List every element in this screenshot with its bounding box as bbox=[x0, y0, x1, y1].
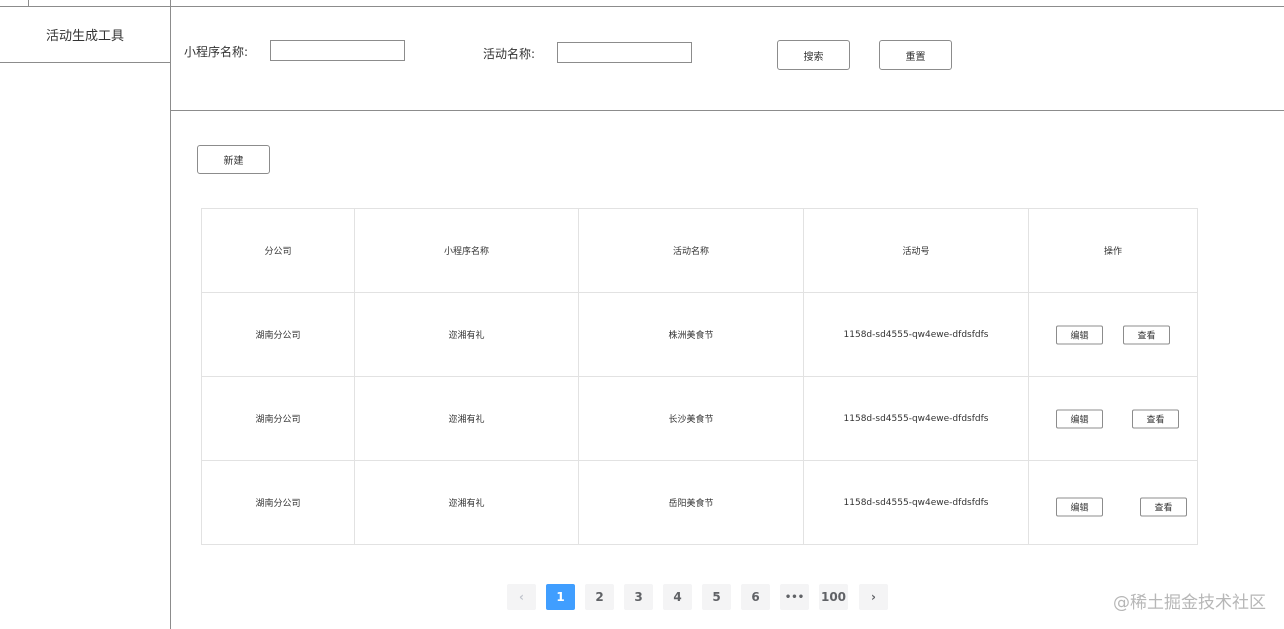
mini-program-input[interactable] bbox=[270, 40, 405, 61]
page-button[interactable]: 5 bbox=[702, 584, 731, 610]
watermark: @稀土掘金技术社区 bbox=[1113, 593, 1266, 613]
table-header-row: 分公司 小程序名称 活动名称 活动号 操作 bbox=[201, 208, 1198, 293]
cell-branch: 湖南分公司 bbox=[201, 292, 355, 377]
cell-mini-program: 迩湘有礼 bbox=[354, 376, 579, 461]
next-page-button[interactable]: › bbox=[859, 584, 888, 610]
header-activity-id: 活动号 bbox=[803, 208, 1029, 293]
header-branch: 分公司 bbox=[201, 208, 355, 293]
activity-name-input[interactable] bbox=[557, 42, 692, 63]
sidebar-item-activity-tool[interactable]: 活动生成工具 bbox=[0, 7, 170, 63]
activity-table: 分公司 小程序名称 活动名称 活动号 操作 湖南分公司 迩湘有礼 株洲美食节 1… bbox=[201, 208, 1198, 545]
view-button[interactable]: 查看 bbox=[1132, 409, 1179, 428]
search-button[interactable]: 搜索 bbox=[777, 40, 850, 70]
view-button[interactable]: 查看 bbox=[1140, 497, 1187, 517]
header-mini-program: 小程序名称 bbox=[354, 208, 579, 293]
edit-button[interactable]: 编辑 bbox=[1056, 497, 1103, 517]
table-row: 湖南分公司 迩湘有礼 株洲美食节 1158d-sd4555-qw4ewe-dfd… bbox=[201, 292, 1198, 377]
cell-activity-id: 1158d-sd4555-qw4ewe-dfdsfdfs bbox=[803, 376, 1029, 461]
cell-activity-name: 长沙美食节 bbox=[578, 376, 804, 461]
cell-mini-program: 迩湘有礼 bbox=[354, 292, 579, 377]
table-row: 湖南分公司 迩湘有礼 岳阳美食节 1158d-sd4555-qw4ewe-dfd… bbox=[201, 460, 1198, 545]
new-button[interactable]: 新建 bbox=[197, 145, 270, 174]
edit-button[interactable]: 编辑 bbox=[1056, 409, 1103, 428]
page-button[interactable]: 2 bbox=[585, 584, 614, 610]
prev-page-button[interactable]: ‹ bbox=[507, 584, 536, 610]
cell-actions: 编辑 查看 bbox=[1028, 376, 1198, 461]
cell-branch: 湖南分公司 bbox=[201, 376, 355, 461]
more-pages-button[interactable]: ••• bbox=[780, 584, 809, 610]
search-bar: 小程序名称: 活动名称: 搜索 重置 bbox=[171, 7, 1284, 111]
sidebar-tick bbox=[28, 0, 29, 6]
cell-activity-id: 1158d-sd4555-qw4ewe-dfdsfdfs bbox=[803, 460, 1029, 545]
edit-button[interactable]: 编辑 bbox=[1056, 325, 1103, 344]
activity-name-label: 活动名称: bbox=[483, 47, 536, 61]
cell-mini-program: 迩湘有礼 bbox=[354, 460, 579, 545]
header-actions: 操作 bbox=[1028, 208, 1198, 293]
cell-actions: 编辑 查看 bbox=[1028, 292, 1198, 377]
mini-program-label: 小程序名称: bbox=[184, 45, 249, 59]
cell-activity-id: 1158d-sd4555-qw4ewe-dfdsfdfs bbox=[803, 292, 1029, 377]
page-button[interactable]: 4 bbox=[663, 584, 692, 610]
page-button[interactable]: 3 bbox=[624, 584, 653, 610]
header-activity-name: 活动名称 bbox=[578, 208, 804, 293]
sidebar: 活动生成工具 bbox=[0, 0, 171, 629]
cell-branch: 湖南分公司 bbox=[201, 460, 355, 545]
table-row: 湖南分公司 迩湘有礼 长沙美食节 1158d-sd4555-qw4ewe-dfd… bbox=[201, 376, 1198, 461]
cell-actions: 编辑 查看 bbox=[1028, 460, 1198, 545]
page-button[interactable]: 1 bbox=[546, 584, 575, 610]
cell-activity-name: 株洲美食节 bbox=[578, 292, 804, 377]
page-button[interactable]: 100 bbox=[819, 584, 848, 610]
view-button[interactable]: 查看 bbox=[1123, 325, 1170, 344]
cell-activity-name: 岳阳美食节 bbox=[578, 460, 804, 545]
page-button[interactable]: 6 bbox=[741, 584, 770, 610]
sidebar-item-label: 活动生成工具 bbox=[45, 29, 124, 44]
reset-button[interactable]: 重置 bbox=[879, 40, 952, 70]
